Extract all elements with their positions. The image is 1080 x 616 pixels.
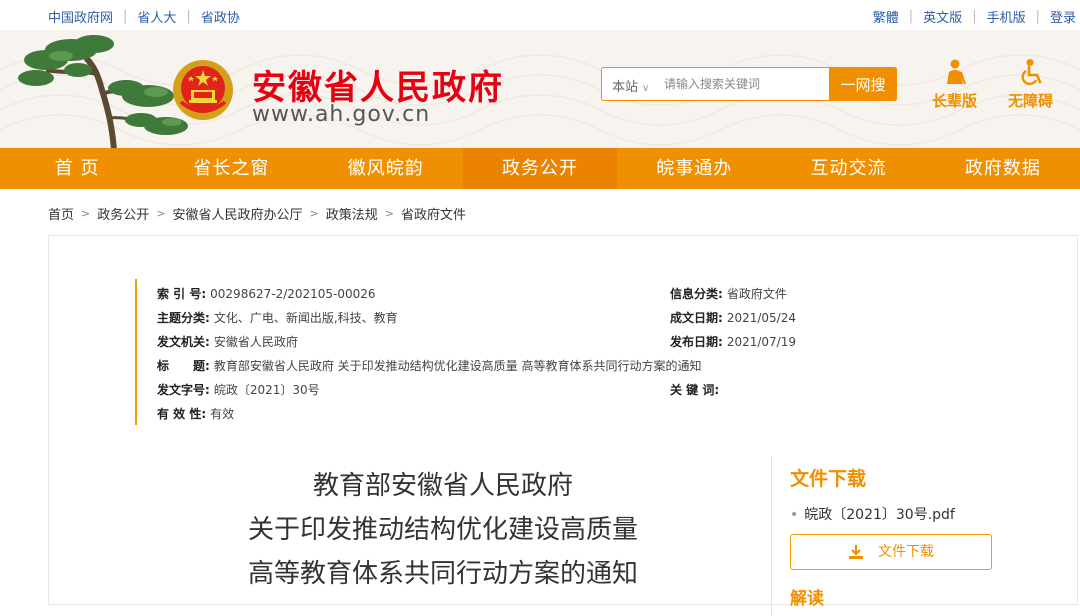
search-scope-label: 本站 [612, 80, 639, 95]
meta-label: 关 键 词: [670, 383, 720, 397]
link-mobile[interactable]: 手机版 [987, 7, 1026, 26]
breadcrumb-home[interactable]: 首页 [48, 204, 74, 223]
breadcrumb-policies[interactable]: 政策法规 [326, 204, 378, 223]
elder-mode-label: 长辈版 [932, 92, 978, 110]
top-links-bar: 中国政府网 | 省人大 | 省政协 繁體 | 英文版 | 手机版 | 登录 [0, 0, 1080, 30]
meta-value: 2021/05/24 [726, 311, 796, 325]
nav-governor[interactable]: 省长之窗 [154, 148, 308, 189]
top-links-left: 中国政府网 | 省人大 | 省政协 [48, 7, 240, 26]
meta-title: 标 题: 教育部安徽省人民政府 关于印发推动结构优化建设高质量 高等教育体系共同行… [157, 357, 701, 374]
nav-culture[interactable]: 徽风皖韵 [309, 148, 463, 189]
divider: | [1035, 9, 1040, 24]
link-login[interactable]: 登录 [1050, 7, 1076, 26]
meta-label: 信息分类: [670, 287, 723, 301]
meta-index: 索 引 号: 00298627-2/202105-00026 [157, 285, 376, 302]
main-nav: 首 页 省长之窗 徽风皖韵 政务公开 皖事通办 互动交流 政府数据 [0, 148, 1080, 189]
breadcrumb-provincial-documents[interactable]: 省政府文件 [401, 204, 466, 223]
divider: | [972, 9, 977, 24]
download-button-label: 文件下载 [878, 544, 934, 560]
accessibility-label: 无障碍 [1008, 92, 1054, 110]
meta-value: 安徽省人民政府 [213, 335, 298, 349]
chevron-right-icon: > [309, 207, 319, 220]
nav-home[interactable]: 首 页 [0, 148, 154, 189]
meta-keywords: 关 键 词: [670, 381, 723, 398]
document-title-line: 关于印发推动结构优化建设高质量 [247, 515, 638, 545]
chevron-right-icon: > [156, 207, 166, 220]
chevron-down-icon: ∨ [642, 83, 650, 94]
meta-label: 成文日期: [670, 311, 723, 325]
meta-validity: 有 效 性: 有效 [157, 405, 234, 422]
download-button[interactable]: 文件下载 [790, 534, 992, 570]
download-sidebar: 文件下载 • 皖政〔2021〕30号.pdf 文件下载 解读 [771, 456, 1011, 616]
link-provincial-congress[interactable]: 省人大 [137, 7, 176, 26]
nav-government-affairs[interactable]: 政务公开 [462, 148, 618, 189]
meta-category: 信息分类: 省政府文件 [670, 285, 787, 302]
content-panel: 索 引 号: 00298627-2/202105-00026 信息分类: 省政府文件… [48, 235, 1078, 616]
document-title-line: 高等教育体系共同行动方案的通知 [247, 559, 638, 589]
site-url: www.ah.gov.cn [252, 102, 431, 127]
meta-topic: 主题分类: 文化、广电、新闻出版,科技、教育 [157, 309, 398, 326]
breadcrumb-government-affairs[interactable]: 政务公开 [97, 204, 149, 223]
link-provincial-cppcc[interactable]: 省政协 [201, 7, 240, 26]
chevron-right-icon: > [81, 207, 91, 220]
national-emblem-icon [173, 60, 233, 120]
divider: | [123, 9, 128, 24]
accessibility-button[interactable]: 无障碍 [1008, 58, 1053, 111]
site-header: 安徽省人民政府 www.ah.gov.cn 本站∨ 一网搜 长辈版 无障碍 [0, 30, 1080, 148]
wheelchair-icon [1021, 59, 1041, 86]
meta-created-date: 成文日期: 2021/05/24 [670, 309, 796, 326]
download-heading: 文件下载 [790, 468, 867, 490]
meta-label: 有 效 性: [157, 407, 207, 421]
meta-value: 2021/07/19 [726, 335, 796, 349]
search-input[interactable] [664, 74, 824, 94]
meta-value: 教育部安徽省人民政府 关于印发推动结构优化建设高质量 高等教育体系共同行动方案的… [213, 359, 702, 373]
file-name: 皖政〔2021〕30号.pdf [804, 507, 955, 523]
link-english[interactable]: 英文版 [923, 7, 962, 26]
top-links-right: 繁體 | 英文版 | 手机版 | 登录 [873, 7, 1076, 26]
divider: | [186, 9, 191, 24]
meta-value: 省政府文件 [726, 287, 787, 301]
search-button[interactable]: 一网搜 [829, 67, 897, 101]
file-link[interactable]: • 皖政〔2021〕30号.pdf [790, 504, 955, 524]
meta-label: 发文字号: [157, 383, 210, 397]
download-icon [849, 545, 863, 559]
nav-services[interactable]: 皖事通办 [617, 148, 771, 189]
meta-label: 发文机关: [157, 335, 210, 349]
interpretation-heading: 解读 [790, 589, 824, 609]
meta-value: 有效 [210, 407, 235, 421]
meta-issuer: 发文机关: 安徽省人民政府 [157, 333, 298, 350]
nav-interaction[interactable]: 互动交流 [771, 148, 925, 189]
document-title-line: 教育部安徽省人民政府 [312, 471, 573, 501]
elder-icon [946, 59, 966, 85]
document-metadata: 索 引 号: 00298627-2/202105-00026 信息分类: 省政府文件… [135, 279, 935, 425]
meta-label: 标 题: [157, 359, 210, 373]
search-scope-select[interactable]: 本站 ∨ [612, 76, 649, 95]
divider: | [908, 9, 914, 24]
meta-document-number: 发文字号: 皖政〔2021〕30号 [157, 381, 320, 398]
meta-label: 主题分类: [157, 311, 210, 325]
link-gov-cn[interactable]: 中国政府网 [48, 7, 113, 26]
meta-value: 00298627-2/202105-00026 [210, 287, 376, 301]
link-traditional-chinese[interactable]: 繁體 [873, 7, 899, 26]
nav-government-data[interactable]: 政府数据 [926, 148, 1080, 189]
meta-value: 文化、广电、新闻出版,科技、教育 [213, 311, 398, 325]
meta-published-date: 发布日期: 2021/07/19 [670, 333, 796, 350]
breadcrumb: 首页 > 政务公开 > 安徽省人民政府办公厅 > 政策法规 > 省政府文件 [48, 204, 466, 223]
meta-label: 发布日期: [670, 335, 723, 349]
search-box: 本站∨ 一网搜 [601, 67, 897, 101]
pine-tree-logo [18, 35, 188, 148]
document-title: 教育部安徽省人民政府 关于印发推动结构优化建设高质量 高等教育体系共同行动方案的… [233, 464, 653, 596]
meta-label: 索 引 号: [157, 287, 207, 301]
meta-value: 皖政〔2021〕30号 [213, 383, 320, 397]
bullet-icon: • [790, 507, 799, 523]
breadcrumb-general-office[interactable]: 安徽省人民政府办公厅 [172, 204, 302, 223]
elder-mode-button[interactable]: 长辈版 [932, 58, 977, 111]
chevron-right-icon: > [384, 207, 394, 220]
